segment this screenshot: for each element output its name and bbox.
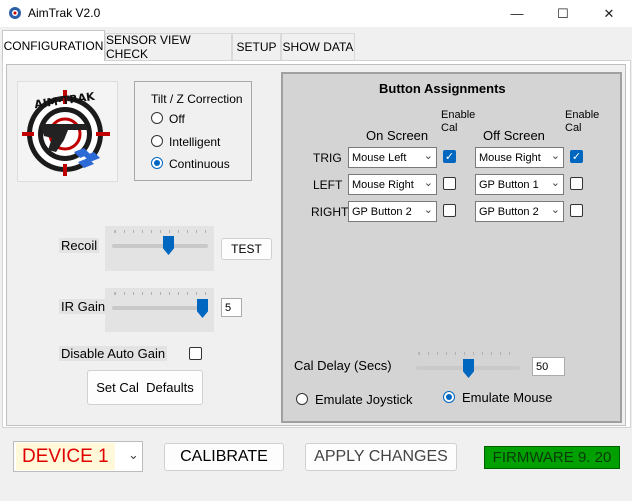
tab-setup[interactable]: SETUP <box>232 33 281 60</box>
on-enable-cal-header: Enable Cal <box>441 109 476 134</box>
select-value: Mouse Right <box>352 178 414 191</box>
tilt-intelligent-radio[interactable] <box>151 135 163 147</box>
minimize-button[interactable]: — <box>494 0 540 27</box>
tab-label: SETUP <box>236 40 277 54</box>
tab-show-data[interactable]: SHOW DATA <box>281 33 355 60</box>
trig-off-enable-cal-checkbox[interactable] <box>570 150 583 163</box>
select-value: GP Button 2 <box>352 205 412 218</box>
right-off-enable-cal-checkbox[interactable] <box>570 204 583 217</box>
disable-auto-gain-label: Disable Auto Gain <box>59 346 168 361</box>
off-screen-header: Off Screen <box>483 128 545 143</box>
chevron-down-icon: ⌄ <box>423 203 433 216</box>
chevron-down-icon: ⌄ <box>550 176 560 189</box>
apply-changes-button[interactable]: APPLY CHANGES <box>305 443 457 471</box>
chevron-down-icon: ⌄ <box>423 149 433 162</box>
chevron-down-icon: ⌄ <box>423 176 433 189</box>
tab-label: CONFIGURATION <box>3 39 104 53</box>
window-title: AimTrak V2.0 <box>28 6 101 20</box>
tab-label: SHOW DATA <box>282 40 354 54</box>
trig-on-screen-select[interactable]: Mouse Left ⌄ <box>348 147 437 168</box>
set-cal-defaults-button[interactable]: Set Cal Defaults <box>87 370 203 405</box>
chevron-down-icon: ⌄ <box>550 203 560 216</box>
ir-gain-label: IR Gain <box>59 299 108 314</box>
tab-sensor-view-check[interactable]: SENSOR VIEW CHECK <box>105 33 232 61</box>
chevron-down-icon: ⌄ <box>550 149 560 162</box>
app-icon <box>9 7 21 19</box>
trig-on-enable-cal-checkbox[interactable] <box>443 150 456 163</box>
maximize-icon: ☐ <box>557 5 569 21</box>
on-screen-header: On Screen <box>366 128 429 143</box>
chevron-down-icon: ⌄ <box>128 448 139 463</box>
off-enable-cal-header: Enable Cal <box>565 109 600 134</box>
close-button[interactable]: ✕ <box>586 0 632 27</box>
tilt-continuous-label: Continuous <box>169 157 230 171</box>
close-icon: ✕ <box>603 5 615 21</box>
right-off-screen-select[interactable]: GP Button 2 ⌄ <box>475 201 564 222</box>
select-value: Mouse Right <box>479 151 541 164</box>
calibrate-button[interactable]: CALIBRATE <box>164 443 284 471</box>
button-assignments-title: Button Assignments <box>379 81 506 96</box>
test-button-label: TEST <box>231 242 262 256</box>
set-cal-defaults-label: Set Cal Defaults <box>96 380 194 395</box>
select-value: Mouse Left <box>352 151 407 164</box>
left-off-screen-select[interactable]: GP Button 1 ⌄ <box>475 174 564 195</box>
left-on-screen-select[interactable]: Mouse Right ⌄ <box>348 174 437 195</box>
tab-label: SENSOR VIEW CHECK <box>106 33 191 61</box>
minimize-icon: — <box>510 6 524 21</box>
row-label-left: LEFT <box>313 178 343 192</box>
trig-off-screen-select[interactable]: Mouse Right ⌄ <box>475 147 564 168</box>
maximize-button[interactable]: ☐ <box>540 0 586 27</box>
emulate-mouse-radio[interactable] <box>443 391 455 403</box>
right-on-enable-cal-checkbox[interactable] <box>443 204 456 217</box>
emulate-joystick-label: Emulate Joystick <box>315 392 413 407</box>
emulate-joystick-radio[interactable] <box>296 393 308 405</box>
test-button[interactable]: TEST <box>221 238 272 260</box>
ir-gain-slider-track <box>112 306 208 310</box>
calibrate-button-label: CALIBRATE <box>180 448 268 465</box>
left-on-enable-cal-checkbox[interactable] <box>443 177 456 190</box>
recoil-slider-track <box>112 244 208 248</box>
tilt-off-label: Off <box>169 112 185 126</box>
emulate-mouse-label: Emulate Mouse <box>462 390 553 405</box>
row-label-right: RIGHT <box>311 205 349 219</box>
select-value: GP Button 1 <box>479 178 539 191</box>
device-select-value: DEVICE 1 <box>16 443 115 470</box>
tilt-continuous-radio[interactable] <box>151 157 163 169</box>
right-on-screen-select[interactable]: GP Button 2 ⌄ <box>348 201 437 222</box>
cal-delay-label: Cal Delay (Secs) <box>294 358 392 373</box>
recoil-slider-ticks <box>114 230 206 233</box>
aim-trak-logo: AIM·TRAK <box>22 90 110 176</box>
left-off-enable-cal-checkbox[interactable] <box>570 177 583 190</box>
apply-changes-button-label: APPLY CHANGES <box>314 448 448 465</box>
firmware-version-badge: FIRMWARE 9. 20 <box>484 446 620 469</box>
ir-gain-slider-ticks <box>114 292 206 295</box>
disable-auto-gain-checkbox[interactable] <box>189 347 202 360</box>
select-value: GP Button 2 <box>479 205 539 218</box>
tilt-intelligent-label: Intelligent <box>169 135 221 149</box>
tab-configuration[interactable]: CONFIGURATION <box>2 30 105 61</box>
row-label-trig: TRIG <box>313 151 342 165</box>
ir-gain-value[interactable]: 5 <box>221 298 242 317</box>
tilt-correction-title: Tilt / Z Correction <box>151 92 243 106</box>
recoil-label: Recoil <box>59 238 100 253</box>
tilt-off-radio[interactable] <box>151 112 163 124</box>
logo-panel: AIM·TRAK <box>17 81 118 182</box>
cal-delay-slider-ticks <box>418 352 518 355</box>
cal-delay-value[interactable]: 50 <box>532 357 565 376</box>
